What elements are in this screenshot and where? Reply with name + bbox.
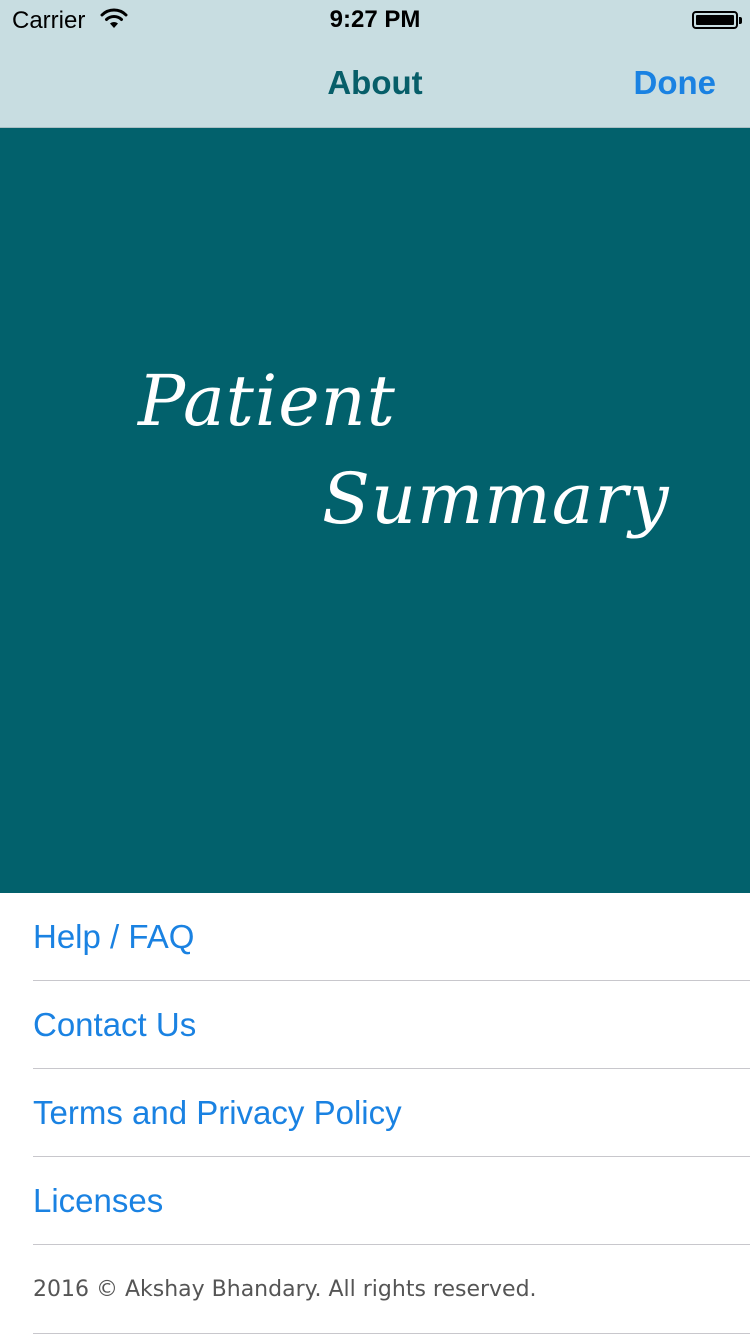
- battery-icon: [692, 11, 742, 29]
- menu-item-label: Licenses: [33, 1182, 164, 1219]
- divider: [33, 1244, 750, 1245]
- navigation-bar: About Done: [0, 40, 750, 128]
- menu-item-help-faq[interactable]: Help / FAQ: [0, 893, 750, 981]
- menu-item-terms-privacy[interactable]: Terms and Privacy Policy: [0, 1069, 750, 1157]
- app-logo-banner: Patient Summary: [0, 128, 750, 893]
- menu-item-label: Terms and Privacy Policy: [33, 1094, 402, 1131]
- status-bar: Carrier 9:27 PM: [0, 0, 750, 40]
- copyright-footer: 2016 © Akshay Bhandary. All rights reser…: [0, 1246, 750, 1334]
- copyright-text: 2016 © Akshay Bhandary. All rights reser…: [33, 1277, 537, 1302]
- menu-item-label: Help / FAQ: [33, 918, 195, 955]
- status-time: 9:27 PM: [329, 6, 421, 33]
- menu-item-licenses[interactable]: Licenses: [0, 1157, 750, 1245]
- menu-item-label: Contact Us: [33, 1006, 197, 1043]
- about-menu-list: Help / FAQ Contact Us Terms and Privacy …: [0, 893, 750, 1245]
- logo-text-summary: Summary: [322, 458, 670, 540]
- done-button[interactable]: Done: [634, 64, 717, 102]
- menu-item-contact-us[interactable]: Contact Us: [0, 981, 750, 1069]
- logo-text-patient: Patient: [138, 360, 396, 442]
